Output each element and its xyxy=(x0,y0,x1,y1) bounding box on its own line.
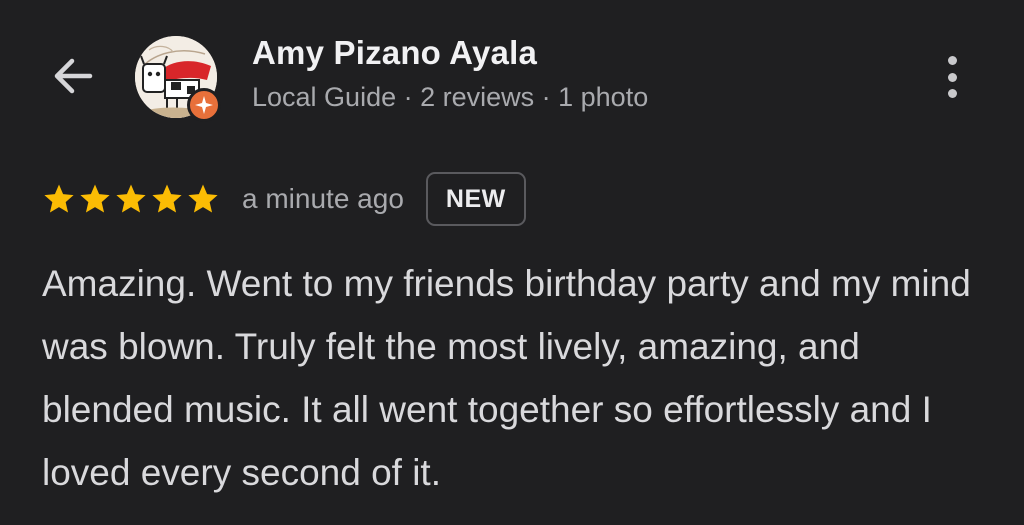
star-icon xyxy=(44,184,74,213)
star-icon xyxy=(188,184,218,213)
local-guide-badge xyxy=(187,88,221,122)
review-time: a minute ago xyxy=(242,183,404,214)
star-icon xyxy=(80,184,110,213)
more-vertical-icon xyxy=(947,56,957,65)
reviewer-name[interactable]: Amy Pizano Ayala xyxy=(252,34,537,72)
star-rating xyxy=(42,182,220,216)
more-options-button[interactable] xyxy=(930,50,974,104)
more-vertical-icon-dot xyxy=(947,89,957,98)
local-guide-star-icon xyxy=(195,96,213,114)
rating-row: a minute ago NEW xyxy=(42,170,526,228)
star-icon xyxy=(116,184,146,213)
new-badge: NEW xyxy=(425,172,526,226)
star-icon xyxy=(152,184,182,213)
back-button[interactable] xyxy=(40,46,106,106)
review-text: Amazing. Went to my friends birthday par… xyxy=(42,263,971,493)
arrow-left-icon xyxy=(54,58,93,94)
reviewer-meta: Local Guide · 2 reviews · 1 photo xyxy=(252,82,649,112)
more-vertical-icon-dot xyxy=(947,72,957,82)
profile-avatar[interactable] xyxy=(135,36,221,122)
